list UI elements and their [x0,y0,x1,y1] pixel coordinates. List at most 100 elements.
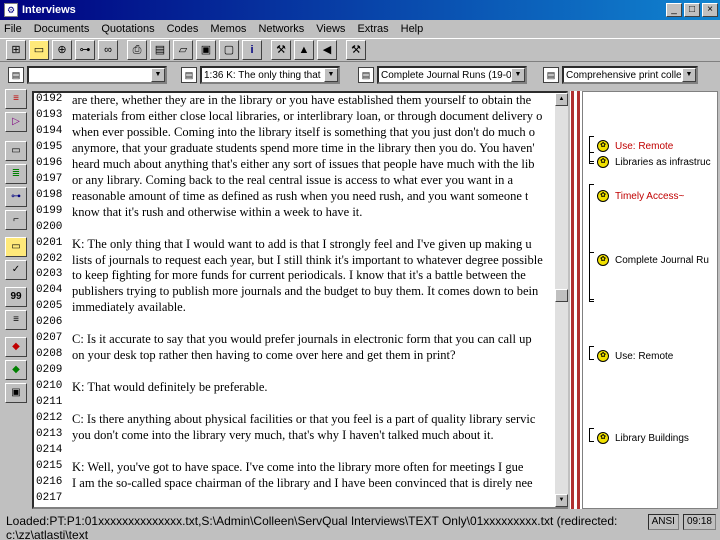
text-line[interactable]: 0209 [34,364,554,379]
text-line[interactable]: 0211 [34,396,554,411]
code-margin-area[interactable]: ✿ Use: Remote ✿ Libraries as infrastruc ✿ Tim… [582,91,718,509]
text-line[interactable]: 0215 K: Well, you've got to have space. I… [34,460,554,475]
text-line[interactable]: 0196 heard much about anything that's eit… [34,157,554,172]
network-icon[interactable]: ⊶ [75,40,95,60]
maximize-button[interactable]: □ [684,3,700,17]
vertical-scrollbar[interactable]: ▲ ▼ [555,93,568,507]
window-icon[interactable]: ▢ [219,40,239,60]
line-text[interactable]: I am the so-called space chairman of the… [70,476,533,491]
text-line[interactable]: 0208 on your desk top rather then having … [34,348,554,363]
menu-views[interactable]: Views [316,23,345,35]
text-line[interactable]: 0210 K: That would definitely be preferab… [34,380,554,395]
menu-extras[interactable]: Extras [357,23,388,35]
quotations-icon[interactable]: ▤ [181,67,197,83]
line-text[interactable]: C: Is there anything about physical faci… [70,412,535,427]
margin-code[interactable]: ✿ Libraries as infrastruc [587,156,711,168]
quote-99-icon[interactable]: 99 [5,287,27,307]
text-line[interactable]: 0212 C: Is there anything about physical … [34,412,554,427]
close-button[interactable]: × [702,3,718,17]
link-icon[interactable]: ⌐ [5,210,27,230]
red-tag-icon[interactable]: ◆ [5,337,27,357]
line-text[interactable]: or any library. Coming back to the real … [70,173,513,188]
line-text[interactable]: K: That would definitely be preferable. [70,380,268,395]
text-line[interactable]: 0201 K: The only thing that I would want … [34,237,554,252]
text-line[interactable]: 0214 [34,444,554,459]
marker-icon[interactable]: ▷ [5,112,27,132]
code-plus-icon[interactable]: ⊕ [52,40,72,60]
network-tool-icon[interactable]: ⊶ [5,187,27,207]
text-line[interactable]: 0202 lists of journals to request each ye… [34,253,554,268]
codes-icon[interactable]: ▤ [358,67,374,83]
chevron-down-icon[interactable]: ▼ [682,68,696,82]
line-text[interactable] [70,396,72,411]
yellow-note-icon[interactable]: ▭ [29,40,49,60]
edit-icon[interactable]: ≡ [5,89,27,109]
line-text[interactable]: heard much about anything that's either … [70,157,535,172]
memos-combo[interactable]: Comprehensive print collecto ▼ [562,66,698,84]
line-text[interactable]: are there, whether they are in the libra… [70,93,531,108]
line-text[interactable] [70,444,72,459]
list-icon[interactable]: ≡ [5,310,27,330]
text-line[interactable]: 0217 [34,492,554,507]
line-text[interactable]: anymore, that your graduate students spe… [70,141,535,156]
line-text[interactable]: immediately available. [70,300,186,315]
scroll-thumb[interactable] [555,289,568,302]
print-icon[interactable]: ⎙ [127,40,147,60]
line-text[interactable]: publishers trying to publish more journa… [70,284,538,299]
text-line[interactable]: 0199 know that it's rush and otherwise wi… [34,205,554,220]
text-line[interactable]: 0192 are there, whether they are in the l… [34,93,554,108]
back-arrow-icon[interactable]: ◀ [317,40,337,60]
print-preview-icon[interactable]: ▤ [150,40,170,60]
menu-codes[interactable]: Codes [167,23,199,35]
margin-code[interactable]: ✿ Use: Remote [587,350,673,362]
codes-combo[interactable]: Complete Journal Runs (19-0 ▼ [377,66,527,84]
text-line[interactable]: 0205 immediately available. [34,300,554,315]
text-line[interactable]: 0206 [34,316,554,331]
margin-code[interactable]: ✿ Use: Remote [587,140,673,152]
frame-icon[interactable]: ▣ [5,383,27,403]
document-text-pane[interactable]: 0192 are there, whether they are in the l… [32,91,568,509]
info-icon[interactable]: i [242,40,262,60]
line-text[interactable]: K: The only thing that I would want to a… [70,237,532,252]
line-text[interactable]: you don't come into the library very muc… [70,428,494,443]
memos-icon[interactable]: ▤ [543,67,559,83]
chevron-down-icon[interactable]: ▼ [511,68,525,82]
line-text[interactable]: know that it's rush and otherwise within… [70,205,362,220]
documents-combo[interactable]: ▼ [27,66,167,84]
code-list-icon[interactable]: ≣ [5,164,27,184]
line-text[interactable] [70,221,72,236]
green-tag-icon[interactable]: ◆ [5,360,27,380]
text-line[interactable]: 0198 reasonable amount of time as defined… [34,189,554,204]
line-text[interactable]: C: Is it accurate to say that you would … [70,332,532,347]
quotations-combo[interactable]: 1:36 K: The only thing that I ▼ [200,66,340,84]
binoculars-icon[interactable]: ∞ [98,40,118,60]
check-icon[interactable]: ✓ [5,260,27,280]
menu-file[interactable]: File [4,23,22,35]
text-line[interactable]: 0195 anymore, that your graduate students… [34,141,554,156]
open-folder-icon[interactable]: ▱ [173,40,193,60]
text-line[interactable]: 0200 [34,221,554,236]
scroll-down-button[interactable]: ▼ [555,494,568,507]
text-line[interactable]: 0197 or any library. Coming back to the r… [34,173,554,188]
title-bar[interactable]: ⚙ Interviews _ □ × [0,0,720,20]
text-line[interactable]: 0216 I am the so-called space chairman of… [34,476,554,491]
text-line[interactable]: 0193 materials from either close local li… [34,109,554,124]
line-text[interactable]: lists of journals to request each year, … [70,253,543,268]
margin-code[interactable]: ✿ Complete Journal Ru [587,254,709,266]
documents-icon[interactable]: ▤ [8,67,24,83]
menu-quotations[interactable]: Quotations [101,23,154,35]
hierarchy-icon[interactable]: ⊞ [6,40,26,60]
chevron-down-icon[interactable]: ▼ [324,68,338,82]
line-text[interactable] [70,364,72,379]
menu-documents[interactable]: Documents [34,23,90,35]
hammer-icon[interactable]: ⚒ [271,40,291,60]
text-line[interactable]: 0207 C: Is it accurate to say that you wo… [34,332,554,347]
text-line[interactable]: 0194 when ever possible. Coming into the … [34,125,554,140]
menu-networks[interactable]: Networks [258,23,304,35]
up-arrow-icon[interactable]: ▲ [294,40,314,60]
scroll-up-button[interactable]: ▲ [555,93,568,106]
margin-code[interactable]: ✿ Timely Access~ [587,190,684,202]
menu-help[interactable]: Help [401,23,424,35]
line-text[interactable]: to keep fighting for more funds for curr… [70,268,526,283]
line-text[interactable]: when ever possible. Coming into the libr… [70,125,535,140]
